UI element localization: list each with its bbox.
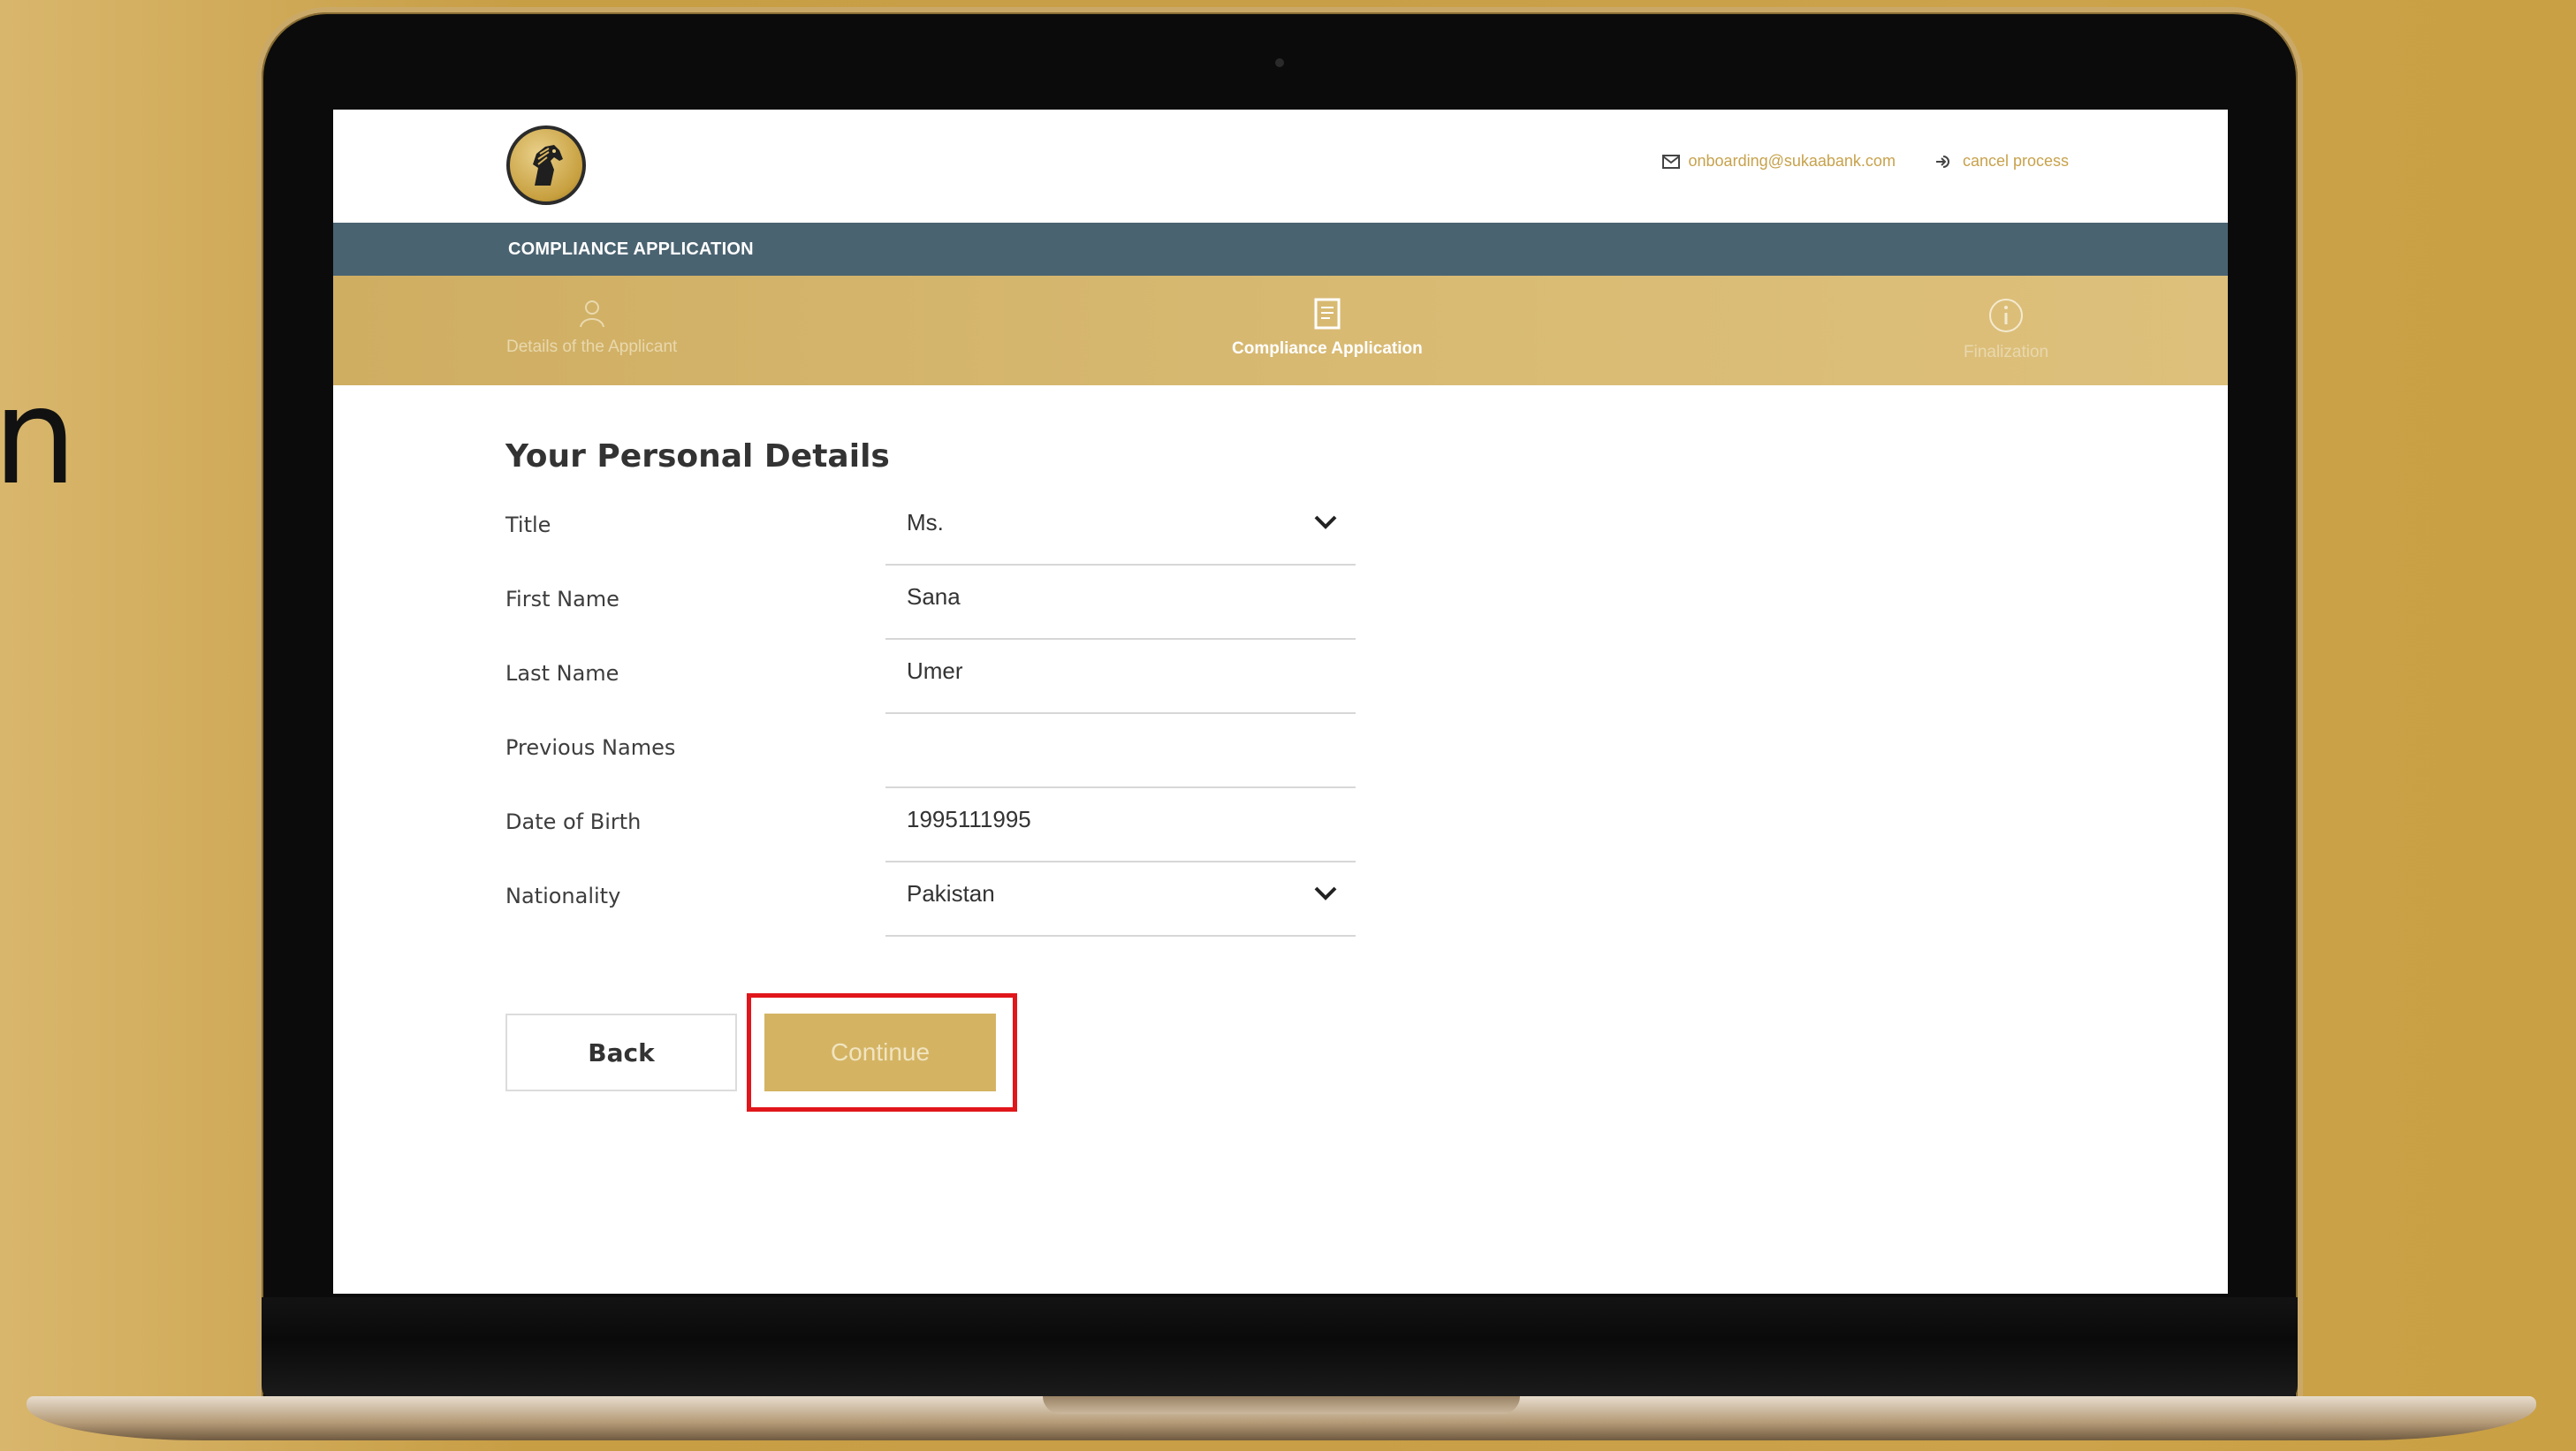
form-row-nationality: Nationality Pakistan	[505, 862, 1389, 937]
nationality-select[interactable]: Pakistan	[885, 862, 1356, 937]
laptop-chin	[262, 1297, 2298, 1403]
email-text: onboarding@sukaabank.com	[1688, 152, 1896, 170]
form-row-date-of-birth: Date of Birth 1995111995	[505, 788, 1389, 862]
first-name-field[interactable]: Sana	[885, 566, 1356, 640]
progress-steps: Details of the Applicant Compliance Appl…	[333, 276, 2228, 385]
previous-names-field[interactable]	[885, 714, 1356, 788]
first-name-value: Sana	[907, 583, 961, 610]
step-label: Finalization	[1964, 343, 2049, 361]
form-row-last-name: Last Name Umer	[505, 640, 1389, 714]
chevron-down-icon	[1314, 886, 1337, 900]
step-label: Details of the Applicant	[506, 338, 678, 356]
date-of-birth-field[interactable]: 1995111995	[885, 788, 1356, 862]
section-title: Your Personal Details	[505, 438, 890, 475]
step-details-applicant[interactable]: Details of the Applicant	[506, 297, 677, 357]
step-compliance-application[interactable]: Compliance Application	[1232, 297, 1423, 359]
title-select[interactable]: Ms.	[885, 491, 1356, 566]
first-name-label: First Name	[505, 587, 619, 612]
title-value: Ms.	[907, 509, 944, 536]
chevron-down-icon	[1314, 515, 1337, 529]
last-name-field[interactable]: Umer	[885, 640, 1356, 714]
step-label: Compliance Application	[1232, 339, 1423, 358]
last-name-value: Umer	[907, 657, 963, 684]
form-row-previous-names: Previous Names	[505, 714, 1389, 788]
cancel-text: cancel process	[1962, 152, 2069, 170]
continue-button[interactable]: Continue	[764, 1014, 996, 1091]
step-finalization[interactable]: Finalization	[1964, 297, 2048, 362]
horse-icon	[533, 145, 563, 186]
partial-side-text: n	[0, 361, 78, 514]
date-of-birth-label: Date of Birth	[505, 809, 642, 834]
form-row-first-name: First Name Sana	[505, 566, 1389, 640]
top-header: onboarding@sukaabank.com cancel process	[333, 110, 2228, 223]
cancel-process-link[interactable]: cancel process	[1934, 152, 2069, 171]
logout-icon	[1935, 155, 1949, 168]
back-button[interactable]: Back	[505, 1014, 737, 1091]
document-icon	[1314, 298, 1341, 330]
app-title: COMPLIANCE APPLICATION	[508, 239, 754, 259]
laptop-notch	[1043, 1396, 1520, 1414]
laptop-camera	[1275, 58, 1284, 67]
title-label: Title	[505, 513, 551, 537]
previous-names-label: Previous Names	[505, 735, 676, 760]
mail-icon	[1661, 154, 1680, 169]
email-link[interactable]: onboarding@sukaabank.com	[1661, 152, 1896, 171]
app-screen: onboarding@sukaabank.com cancel process …	[333, 110, 2228, 1294]
user-icon	[579, 300, 604, 328]
form-row-title: Title Ms.	[505, 491, 1389, 566]
nationality-label: Nationality	[505, 884, 621, 908]
form-area: Your Personal Details Title Ms. First Na…	[333, 385, 2228, 1294]
last-name-label: Last Name	[505, 661, 619, 686]
info-icon	[1989, 299, 2024, 332]
nationality-value: Pakistan	[907, 880, 995, 907]
header-links: onboarding@sukaabank.com cancel process	[1661, 152, 2069, 171]
date-of-birth-value: 1995111995	[907, 806, 1031, 832]
app-title-bar: COMPLIANCE APPLICATION	[333, 223, 2228, 276]
bank-logo[interactable]	[506, 125, 586, 205]
